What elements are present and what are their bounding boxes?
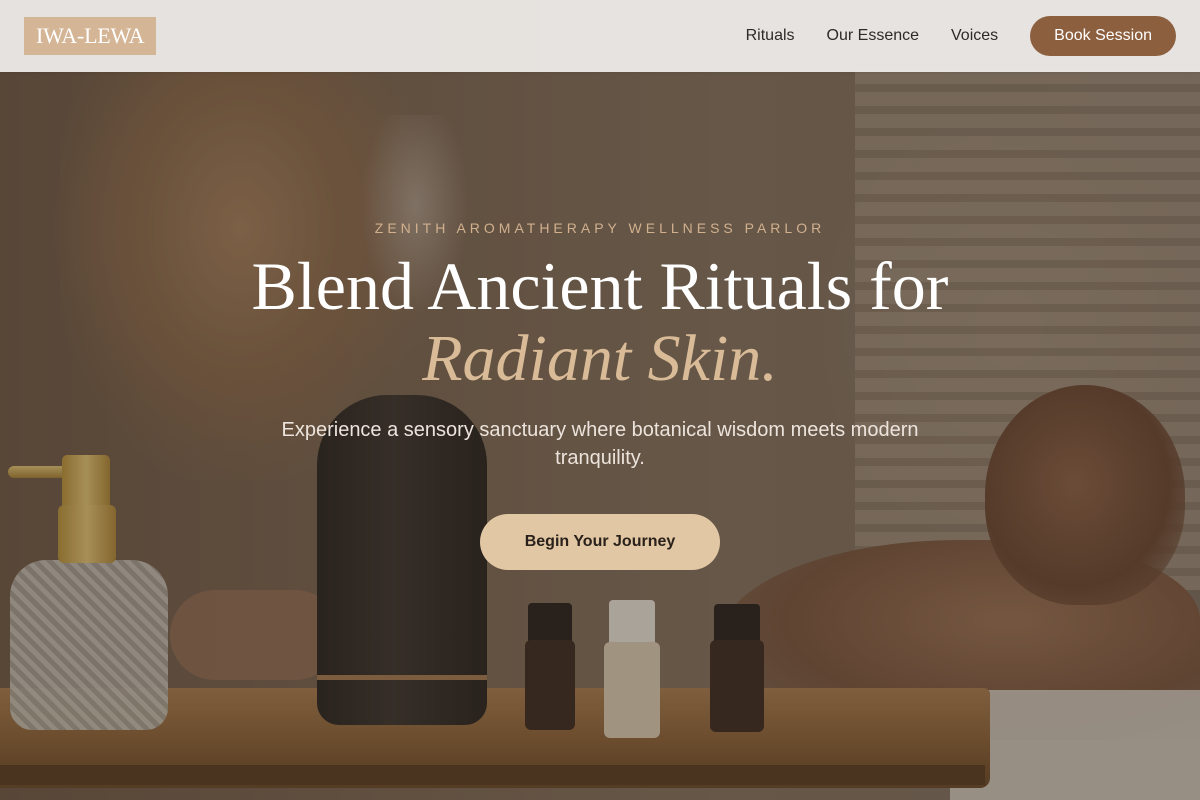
hero-content: ZENITH AROMATHERAPY WELLNESS PARLOR Blen… [0, 220, 1200, 570]
main-nav: Rituals Our Essence Voices Book Session [746, 16, 1176, 56]
hero-headline-line1: Blend Ancient Rituals for [251, 248, 949, 324]
hero-headline: Blend Ancient Rituals for Radiant Skin. [0, 250, 1200, 396]
book-session-button[interactable]: Book Session [1030, 16, 1176, 56]
nav-link-voices[interactable]: Voices [951, 27, 998, 45]
hero-headline-accent: Radiant Skin. [422, 322, 778, 395]
nav-link-our-essence[interactable]: Our Essence [827, 27, 919, 45]
nav-link-rituals[interactable]: Rituals [746, 27, 795, 45]
site-header: IWA-LEWA Rituals Our Essence Voices Book… [0, 0, 1200, 72]
hero-eyebrow: ZENITH AROMATHERAPY WELLNESS PARLOR [374, 220, 826, 236]
brand-logo[interactable]: IWA-LEWA [24, 17, 157, 55]
begin-journey-button[interactable]: Begin Your Journey [480, 514, 720, 570]
hero-subtext: Experience a sensory sanctuary where bot… [281, 419, 919, 469]
